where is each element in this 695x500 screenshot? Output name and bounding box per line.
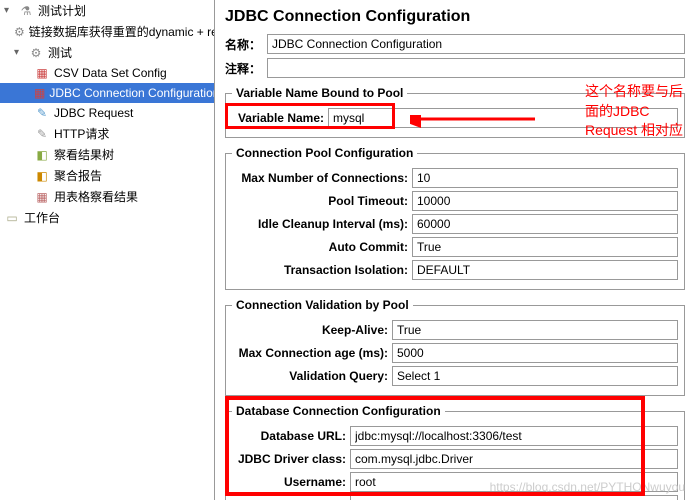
tree-label: JDBC Request (54, 106, 133, 120)
tree-item[interactable]: ⚙ 链接数据库获得重置的dynamic + res (0, 21, 214, 42)
autocommit-input[interactable] (412, 237, 678, 257)
tree-label: JDBC Connection Configuration (49, 86, 215, 100)
tree-workbench[interactable]: ▭ 工作台 (0, 207, 214, 228)
gear-icon: ⚙ (28, 45, 44, 61)
user-label: Username: (232, 475, 350, 489)
comment-input[interactable] (267, 58, 685, 78)
name-input[interactable] (267, 34, 685, 54)
tree-item[interactable]: ◧ 聚合报告 (0, 165, 214, 186)
gear-icon: ⚙ (14, 24, 25, 40)
tree-item[interactable]: ▾ ⚙ 测试 (0, 42, 214, 63)
maxage-input[interactable] (392, 343, 678, 363)
valquery-label: Validation Query: (232, 369, 392, 383)
dburl-input[interactable] (350, 426, 678, 446)
comment-label: 注释： (225, 60, 267, 77)
expand-icon[interactable]: ▾ (14, 47, 24, 58)
dropper-icon: ✎ (34, 126, 50, 142)
idle-label: Idle Cleanup Interval (ms): (232, 217, 412, 231)
varname-legend: Variable Name Bound to Pool (232, 86, 407, 100)
validation-legend: Connection Validation by Pool (232, 298, 413, 312)
pooltimeout-input[interactable] (412, 191, 678, 211)
table-icon: ▦ (34, 189, 50, 205)
tree-root-label: 测试计划 (38, 2, 86, 19)
tree-icon: ◧ (34, 147, 50, 163)
driver-label: JDBC Driver class: (232, 452, 350, 466)
flask-icon: ⚗ (18, 3, 34, 19)
pool-fieldset: Connection Pool Configuration Max Number… (225, 146, 685, 290)
validation-fieldset: Connection Validation by Pool Keep-Alive… (225, 298, 685, 396)
report-icon: ◧ (34, 168, 50, 184)
tree-label: 聚合报告 (54, 167, 102, 184)
isolation-label: Transaction Isolation: (232, 263, 412, 277)
maxage-label: Max Connection age (ms): (232, 346, 392, 360)
isolation-input[interactable] (412, 260, 678, 280)
tree-label: 工作台 (24, 209, 60, 226)
name-label: 名称： (225, 36, 267, 53)
autocommit-label: Auto Commit: (232, 240, 412, 254)
idle-input[interactable] (412, 214, 678, 234)
keepalive-input[interactable] (392, 320, 678, 340)
tree-label: HTTP请求 (54, 125, 109, 142)
db-icon: ▦ (34, 85, 45, 101)
tree-root[interactable]: ▾ ⚗ 测试计划 (0, 0, 214, 21)
tree-label: CSV Data Set Config (54, 66, 167, 80)
expand-icon[interactable]: ▾ (4, 5, 14, 16)
dbconn-legend: Database Connection Configuration (232, 404, 445, 418)
keepalive-label: Keep-Alive: (232, 323, 392, 337)
tree-item-selected[interactable]: ▦ JDBC Connection Configuration (0, 83, 214, 103)
pooltimeout-label: Pool Timeout: (232, 194, 412, 208)
tree-item[interactable]: ◧ 察看结果树 (0, 144, 214, 165)
main-panel: JDBC Connection Configuration 名称： 注释： Va… (215, 0, 695, 500)
valquery-input[interactable] (392, 366, 678, 386)
page-title: JDBC Connection Configuration (225, 8, 685, 26)
varname-label: Variable Name: (232, 111, 328, 125)
dburl-label: Database URL: (232, 429, 350, 443)
tree-label: 测试 (48, 44, 72, 61)
tree-sidebar: ▾ ⚗ 测试计划 ⚙ 链接数据库获得重置的dynamic + res ▾ ⚙ 测… (0, 0, 215, 500)
tree-item[interactable]: ✎ HTTP请求 (0, 123, 214, 144)
driver-input[interactable] (350, 449, 678, 469)
annotation-text: 这个名称要与后 面的JDBC Request 相对应 (585, 82, 683, 141)
tree-label: 链接数据库获得重置的dynamic + res (29, 23, 215, 40)
maxconn-label: Max Number of Connections: (232, 171, 412, 185)
tree-label: 用表格察看结果 (54, 188, 138, 205)
pass-input[interactable] (350, 495, 678, 500)
watermark: https://blog.csdn.net/PYTHONwuyou (490, 480, 685, 494)
tree-item[interactable]: ▦ 用表格察看结果 (0, 186, 214, 207)
maxconn-input[interactable] (412, 168, 678, 188)
pool-legend: Connection Pool Configuration (232, 146, 417, 160)
dropper-icon: ✎ (34, 105, 50, 121)
tree-item[interactable]: ▦ CSV Data Set Config (0, 63, 214, 83)
tree-label: 察看结果树 (54, 146, 114, 163)
tree-item[interactable]: ✎ JDBC Request (0, 103, 214, 123)
csv-icon: ▦ (34, 65, 50, 81)
annotation-arrow-icon (410, 115, 540, 145)
desk-icon: ▭ (4, 210, 20, 226)
